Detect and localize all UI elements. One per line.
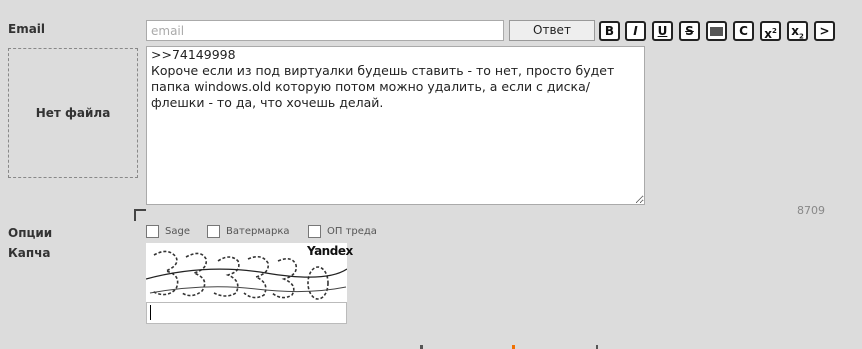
sage-checkbox[interactable] (146, 225, 159, 238)
op-checkbox[interactable] (308, 225, 321, 238)
quote-button[interactable]: > (814, 21, 835, 41)
comment-textarea[interactable] (146, 46, 645, 205)
char-counter: 8709 (797, 204, 825, 217)
strike-button[interactable]: S (679, 21, 700, 41)
yandex-logo: Yandex (307, 244, 353, 258)
underline-icon: U (657, 24, 668, 38)
watermark-checkbox[interactable] (207, 225, 220, 238)
options-label: Опции (8, 226, 53, 240)
file-drop-label: Нет файла (35, 106, 111, 120)
option-sage[interactable]: Sage (146, 225, 190, 238)
italic-button[interactable]: I (625, 21, 646, 41)
subscript-icon: x2 (791, 24, 804, 41)
captcha-label: Капча (8, 246, 51, 260)
code-icon: C (739, 24, 748, 38)
reply-button[interactable]: Ответ (509, 20, 595, 41)
option-op[interactable]: ОП треда (308, 225, 377, 238)
italic-icon: I (633, 24, 638, 38)
quote-icon: > (819, 24, 830, 38)
bottom-decoration (420, 345, 598, 349)
text-cursor (150, 305, 151, 320)
op-label: ОП треда (327, 226, 377, 237)
code-button[interactable]: C (733, 21, 754, 41)
superscript-button[interactable]: x2 (760, 21, 781, 41)
bold-icon: B (604, 24, 615, 38)
captcha-image[interactable]: Yandex (145, 243, 353, 303)
option-watermark[interactable]: Ватермарка (207, 225, 290, 238)
superscript-icon: x2 (764, 27, 777, 41)
resize-corner-icon (134, 209, 146, 221)
captcha-input[interactable] (146, 302, 347, 324)
subscript-button[interactable]: x2 (787, 21, 808, 41)
strike-icon: S (685, 24, 694, 38)
email-input[interactable] (146, 20, 504, 41)
underline-button[interactable]: U (652, 21, 673, 41)
spoiler-button[interactable] (706, 21, 727, 41)
sage-label: Sage (165, 226, 190, 237)
file-drop-zone[interactable]: Нет файла (8, 48, 138, 178)
email-label: Email (8, 22, 46, 36)
watermark-label: Ватермарка (226, 226, 290, 237)
bold-button[interactable]: B (599, 21, 620, 41)
spoiler-icon (710, 27, 723, 36)
